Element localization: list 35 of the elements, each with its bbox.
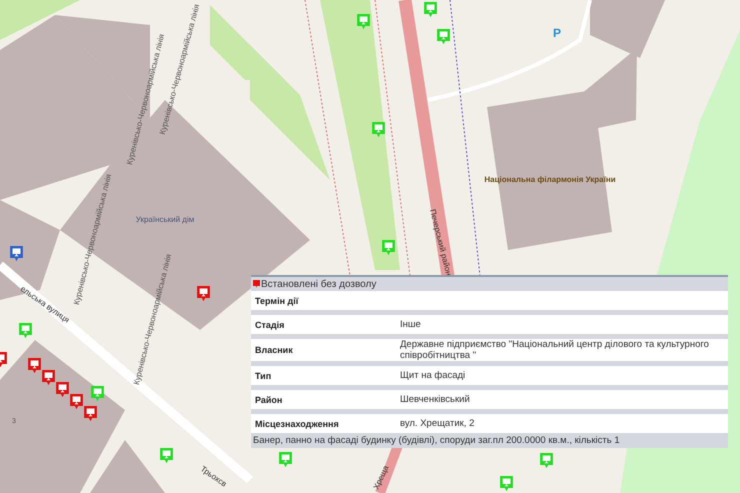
field-label: Район: [255, 394, 284, 404]
billboard-marker-icon[interactable]: [28, 358, 41, 374]
billboard-marker-icon[interactable]: [42, 370, 55, 386]
billboard-marker-icon[interactable]: [160, 448, 173, 464]
field-label: Тип: [255, 370, 272, 380]
billboard-marker-icon[interactable]: [91, 386, 104, 402]
billboard-icon: [253, 280, 260, 288]
billboard-marker-icon[interactable]: [84, 406, 97, 422]
billboard-marker-icon[interactable]: [500, 476, 513, 492]
map-label: Український дім: [136, 215, 194, 224]
field-label: Стадія: [255, 320, 286, 330]
billboard-marker-icon[interactable]: [10, 246, 23, 262]
field-value: вул. Хрещатик, 2: [400, 418, 476, 429]
billboard-marker-icon[interactable]: [197, 286, 210, 302]
popup-title: Встановлені без дозволу: [261, 278, 376, 290]
billboard-marker-icon[interactable]: [424, 2, 437, 18]
map-label: Національна філармонія України: [484, 175, 616, 184]
billboard-marker-icon[interactable]: [437, 29, 450, 45]
field-value: Щит на фасаді: [400, 370, 466, 381]
billboard-marker-icon[interactable]: [540, 453, 553, 469]
field-label: Термін дії: [255, 296, 300, 306]
billboard-marker-icon[interactable]: [279, 452, 292, 468]
description-text: Банер, панно на фасаді будинку (будівлі), споруди заг.пл 200.0000 кв.м., кількість 1: [252, 435, 621, 448]
field-value: Інше: [400, 319, 422, 330]
field-value: Державне підприємство "Національний центр ділового та культурного співробітництва ": [400, 339, 710, 361]
billboard-marker-icon[interactable]: [70, 394, 83, 410]
billboard-marker-icon[interactable]: [372, 122, 385, 138]
field-value: Шевченківський: [400, 394, 471, 405]
field-label: Місцезнаходження: [255, 418, 340, 428]
field-label: Власник: [255, 345, 294, 355]
billboard-marker-icon[interactable]: [382, 240, 395, 256]
billboard-marker-icon[interactable]: [56, 382, 69, 398]
billboard-marker-icon[interactable]: [19, 323, 32, 339]
map-label: P: [553, 26, 562, 40]
billboard-marker-icon[interactable]: [357, 14, 370, 30]
